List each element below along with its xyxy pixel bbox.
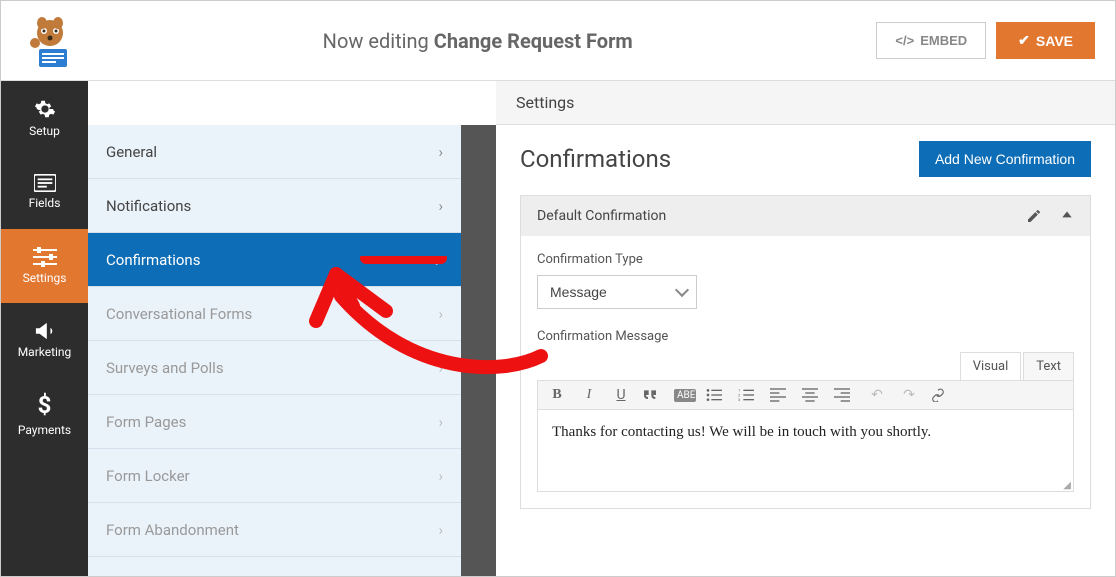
right-panel: Confirmations Add New Confirmation Defau… <box>496 125 1115 576</box>
resize-handle[interactable]: ◢ <box>538 480 1073 491</box>
sidebar-item-label: General <box>106 143 157 161</box>
nav-fields-label: Fields <box>29 196 61 210</box>
card-actions <box>1026 208 1074 224</box>
check-icon: ✔ <box>1018 32 1030 49</box>
chevron-right-icon: › <box>438 359 443 377</box>
save-button[interactable]: ✔ SAVE <box>996 22 1095 59</box>
confirmation-type-label: Confirmation Type <box>537 252 1074 267</box>
rich-text-editor: B I U ABE 123 ↶ <box>537 380 1074 492</box>
sidebar-item-label: Confirmations <box>106 251 200 269</box>
collapse-icon[interactable] <box>1060 208 1074 224</box>
confirmation-type-select[interactable]: Message <box>537 275 697 309</box>
panel-title: Confirmations <box>520 145 671 173</box>
list-icon <box>34 174 56 192</box>
gear-icon <box>34 98 56 120</box>
chevron-down-icon: ⌄ <box>430 251 443 269</box>
editor-tabs: Visual Text <box>537 352 1074 380</box>
sidebar-item-confirmations[interactable]: Confirmations ⌄ <box>88 233 461 287</box>
logo <box>21 15 79 67</box>
nav-payments-label: Payments <box>18 423 71 437</box>
strikethrough-button[interactable]: ABE <box>674 389 696 402</box>
dollar-icon: $ <box>38 391 52 419</box>
editor-tab-text[interactable]: Text <box>1023 352 1074 380</box>
chevron-right-icon: › <box>438 197 443 215</box>
sidebar-item-form-pages[interactable]: Form Pages › <box>88 395 461 449</box>
nav-payments[interactable]: $ Payments <box>1 377 88 451</box>
settings-sidebar-wrap: General › Notifications › Confirmations … <box>88 125 496 576</box>
sidebar-item-label: Form Locker <box>106 467 190 485</box>
confirmation-name: Default Confirmation <box>537 208 666 224</box>
editor-textarea[interactable]: Thanks for contacting us! We will be in … <box>538 410 1073 480</box>
confirmation-card: Default Confirmation Co <box>520 195 1091 509</box>
settings-heading: Settings <box>496 81 1115 125</box>
underline-button[interactable]: U <box>610 387 632 403</box>
top-header: Now editing Change Request Form </> EMBE… <box>1 1 1115 81</box>
code-icon: </> <box>895 33 914 48</box>
embed-button[interactable]: </> EMBED <box>876 22 986 59</box>
sidebar-item-form-abandonment[interactable]: Form Abandonment › <box>88 503 461 557</box>
sidebar-item-general[interactable]: General › <box>88 125 461 179</box>
sidebar-item-label: Form Abandonment <box>106 521 239 539</box>
nav-fields[interactable]: Fields <box>1 155 88 229</box>
wpforms-logo-icon <box>21 15 79 67</box>
bullhorn-icon <box>34 321 56 341</box>
nav-marketing[interactable]: Marketing <box>1 303 88 377</box>
confirmation-message-label: Confirmation Message <box>537 329 1074 344</box>
page-title: Now editing Change Request Form <box>79 29 876 53</box>
nav-marketing-label: Marketing <box>18 345 72 359</box>
sidebar-item-label: Conversational Forms <box>106 305 252 323</box>
title-prefix: Now editing <box>323 29 434 53</box>
title-name: Change Request Form <box>434 29 633 53</box>
save-label: SAVE <box>1036 33 1073 49</box>
sidebar-item-label: Surveys and Polls <box>106 359 224 377</box>
sidebar-item-conversational-forms[interactable]: Conversational Forms › <box>88 287 461 341</box>
link-button[interactable] <box>930 388 952 402</box>
sidebar-item-surveys-polls[interactable]: Surveys and Polls › <box>88 341 461 395</box>
chevron-right-icon: › <box>438 305 443 323</box>
editor-tab-visual[interactable]: Visual <box>960 352 1022 380</box>
settings-sidebar[interactable]: General › Notifications › Confirmations … <box>88 125 461 576</box>
blockquote-button[interactable] <box>642 388 664 402</box>
italic-button[interactable]: I <box>578 387 600 403</box>
nav-setup-label: Setup <box>29 124 60 138</box>
align-left-button[interactable] <box>770 388 792 402</box>
sliders-icon <box>33 247 57 267</box>
numbered-list-button[interactable]: 123 <box>738 388 760 402</box>
nav-setup[interactable]: Setup <box>1 81 88 155</box>
align-right-button[interactable] <box>834 388 856 402</box>
chevron-right-icon: › <box>438 521 443 539</box>
add-confirmation-button[interactable]: Add New Confirmation <box>919 141 1091 177</box>
bold-button[interactable]: B <box>546 387 568 403</box>
sidebar-item-label: Form Pages <box>106 413 186 431</box>
sidebar-item-notifications[interactable]: Notifications › <box>88 179 461 233</box>
editor-toolbar: B I U ABE 123 ↶ <box>538 381 1073 410</box>
nav-settings-label: Settings <box>23 271 67 285</box>
sidebar-item-form-locker[interactable]: Form Locker › <box>88 449 461 503</box>
chevron-right-icon: › <box>438 413 443 431</box>
left-nav: Setup Fields Settings Marketing $ Paymen… <box>1 81 88 576</box>
redo-button[interactable]: ↷ <box>898 387 920 403</box>
bullet-list-button[interactable] <box>706 388 728 402</box>
confirmation-card-header[interactable]: Default Confirmation <box>521 196 1090 236</box>
undo-button[interactable]: ↶ <box>866 387 888 403</box>
embed-label: EMBED <box>920 33 967 48</box>
chevron-right-icon: › <box>438 143 443 161</box>
align-center-button[interactable] <box>802 388 824 402</box>
edit-icon[interactable] <box>1026 208 1042 224</box>
nav-settings[interactable]: Settings <box>1 229 88 303</box>
preview-strip <box>461 125 496 576</box>
main-area: Setup Fields Settings Marketing $ Paymen… <box>1 81 1115 576</box>
svg-text:3: 3 <box>738 397 740 402</box>
chevron-right-icon: › <box>438 467 443 485</box>
sidebar-item-label: Notifications <box>106 197 191 215</box>
